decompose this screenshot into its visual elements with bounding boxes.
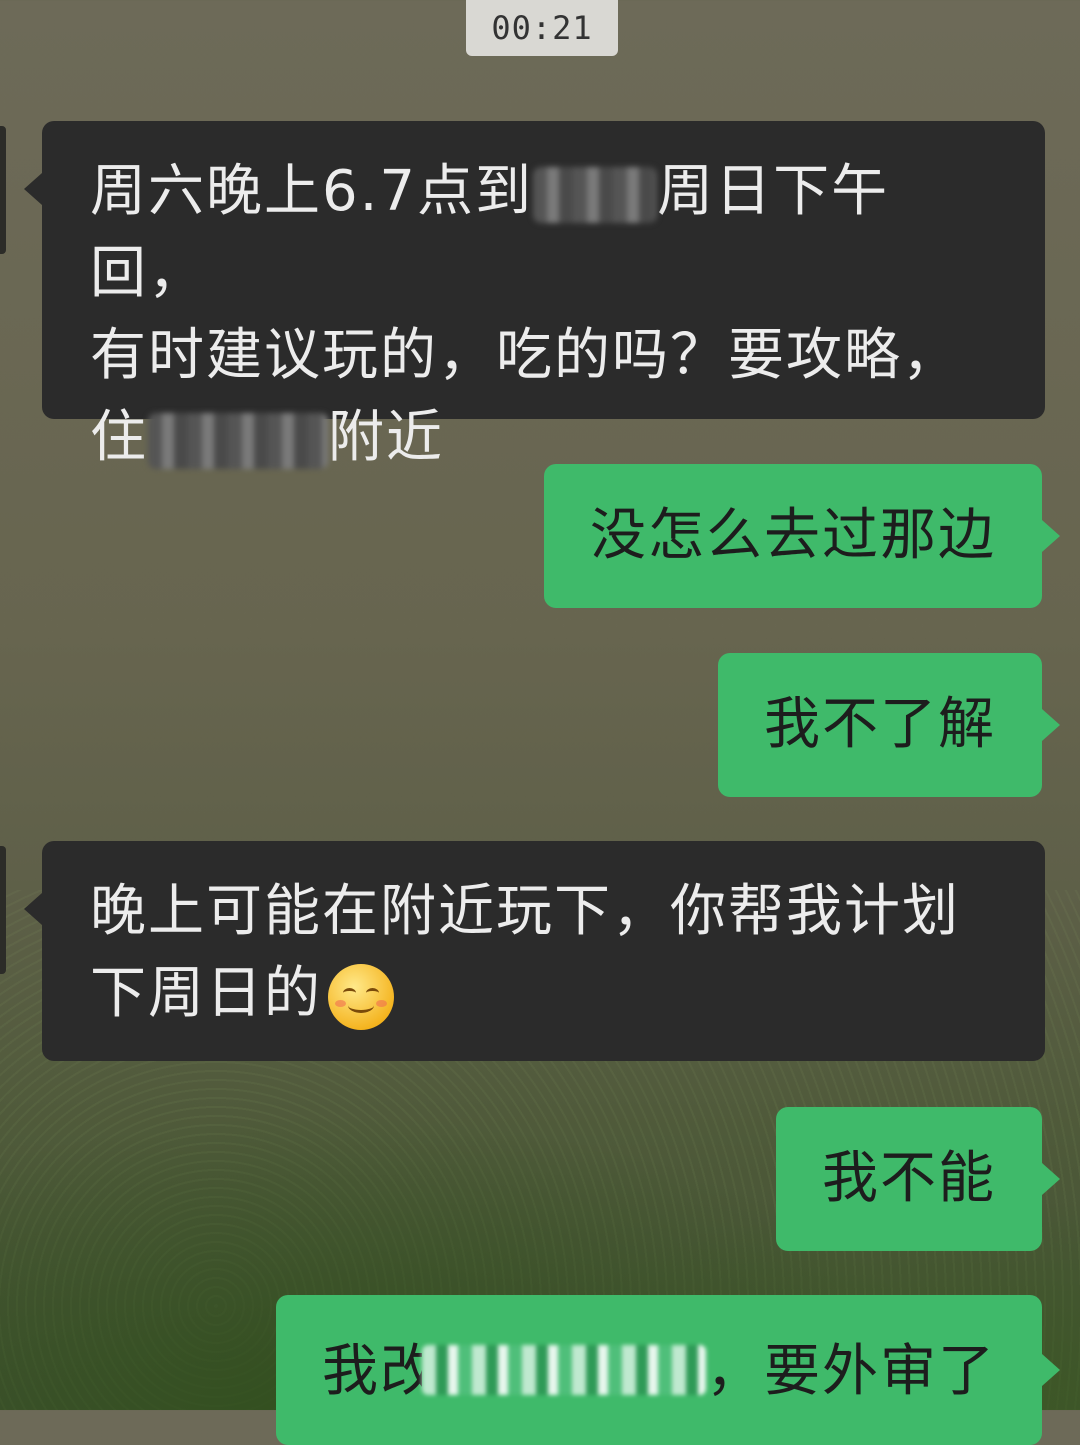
sender-avatar[interactable] (0, 846, 6, 974)
message-text: 没怎么去过那边 (590, 503, 996, 568)
message-line: 晚上可能在附近玩下，你帮我计划 (90, 871, 1005, 953)
redacted-text (533, 166, 658, 223)
message-line: 周六晚上6.7点到 周日下午回， (90, 151, 1005, 315)
message-text: 附近 (328, 405, 444, 470)
message-text: 晚上可能在附近玩下，你帮我计划 (90, 879, 960, 944)
message-text: 我改论文很忙 (322, 1339, 422, 1404)
outgoing-message[interactable]: 我不了解 (718, 653, 1060, 797)
outgoing-message[interactable]: 我不能 (776, 1107, 1060, 1251)
message-text: 我不了解 (764, 692, 996, 757)
redacted-text (148, 412, 328, 469)
message-text: 下周日的 (90, 961, 322, 1026)
smiling-face-icon (328, 963, 394, 1030)
redacted-text (422, 1345, 706, 1395)
message-text: 我不能 (822, 1146, 996, 1211)
message-text: ，要外审了 (706, 1339, 996, 1404)
message-timestamp: 00:21 (466, 0, 618, 56)
incoming-message[interactable]: 晚上可能在附近玩下，你帮我计划 下周日的 (24, 841, 1045, 1061)
sender-avatar[interactable] (0, 126, 6, 254)
incoming-message[interactable]: 周六晚上6.7点到 周日下午回， 有时建议玩的，吃的吗？要攻略， 住 附近 (24, 121, 1045, 470)
outgoing-message[interactable]: 我改论文很忙 ，要外审了 (276, 1295, 1060, 1445)
message-text: 周六晚上6.7点到 (90, 159, 534, 224)
outgoing-message[interactable]: 没怎么去过那边 (544, 464, 1060, 608)
message-text: 住 (90, 405, 148, 470)
message-line: 有时建议玩的，吃的吗？要攻略， (90, 315, 1005, 397)
message-text: 有时建议玩的，吃的吗？要攻略， (90, 323, 960, 388)
message-line: 下周日的 (90, 953, 1005, 1035)
